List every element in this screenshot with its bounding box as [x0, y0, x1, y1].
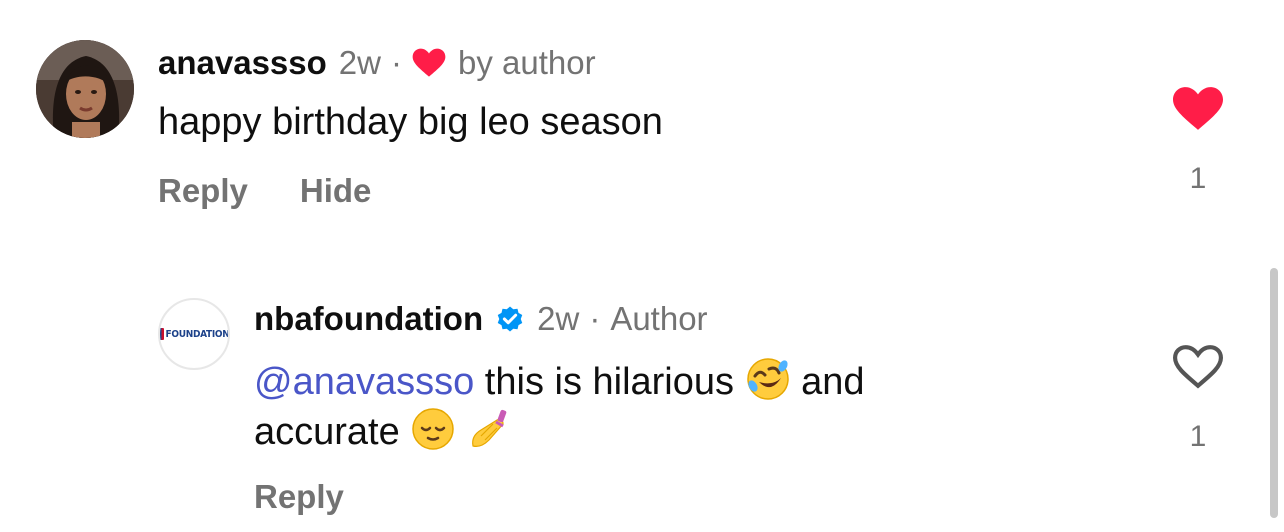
- like-count: 1: [1189, 420, 1207, 453]
- avatar[interactable]: FOUNDATION: [158, 298, 230, 370]
- hide-button[interactable]: Hide: [300, 172, 372, 210]
- mention-link[interactable]: @anavassso: [254, 361, 474, 403]
- heart-filled-icon[interactable]: [1173, 86, 1223, 132]
- avatar-label: FOUNDATION: [165, 328, 230, 340]
- verified-badge-icon: [497, 306, 523, 332]
- comment-actions: Reply: [254, 478, 344, 516]
- comment-text: happy birthday big leo season: [158, 101, 663, 143]
- username[interactable]: anavassso: [158, 44, 327, 82]
- heart-outline-icon[interactable]: [1173, 344, 1223, 390]
- avatar-photo: [36, 40, 134, 138]
- like-control: 1: [1170, 86, 1226, 196]
- author-label: Author: [610, 300, 708, 337]
- nba-logo-icon: [160, 328, 164, 340]
- comment-item: anavassso 2w · by author happy birthday …: [0, 0, 1284, 260]
- avatar[interactable]: [36, 40, 134, 138]
- scrollbar[interactable]: [1270, 268, 1278, 518]
- comment-header: nbafoundation 2w · Author: [254, 300, 708, 338]
- nba-foundation-logo: FOUNDATION: [160, 328, 230, 340]
- like-count: 1: [1189, 162, 1207, 195]
- username[interactable]: nbafoundation: [254, 300, 483, 338]
- separator-dot: ·: [589, 300, 601, 337]
- timestamp: 2w: [537, 300, 580, 337]
- by-author-label: by author: [457, 44, 596, 81]
- comment-header: anavassso 2w · by author: [158, 44, 596, 82]
- comment-text-part: this is hilarious: [474, 361, 745, 403]
- comment-actions: Reply Hide: [158, 172, 371, 210]
- comment-text: @anavassso this is hilarious and accurat…: [254, 356, 1014, 456]
- reply-button[interactable]: Reply: [254, 478, 344, 516]
- timestamp: 2w: [338, 44, 381, 81]
- separator-dot: ·: [390, 44, 402, 81]
- relieved-face-emoji: [412, 408, 455, 450]
- reply-button[interactable]: Reply: [158, 172, 248, 210]
- like-control: 1: [1170, 344, 1226, 454]
- heart-filled-icon: [412, 48, 446, 77]
- nail-polish-emoji: [471, 409, 507, 447]
- rolling-on-floor-laughing-emoji: [746, 358, 789, 400]
